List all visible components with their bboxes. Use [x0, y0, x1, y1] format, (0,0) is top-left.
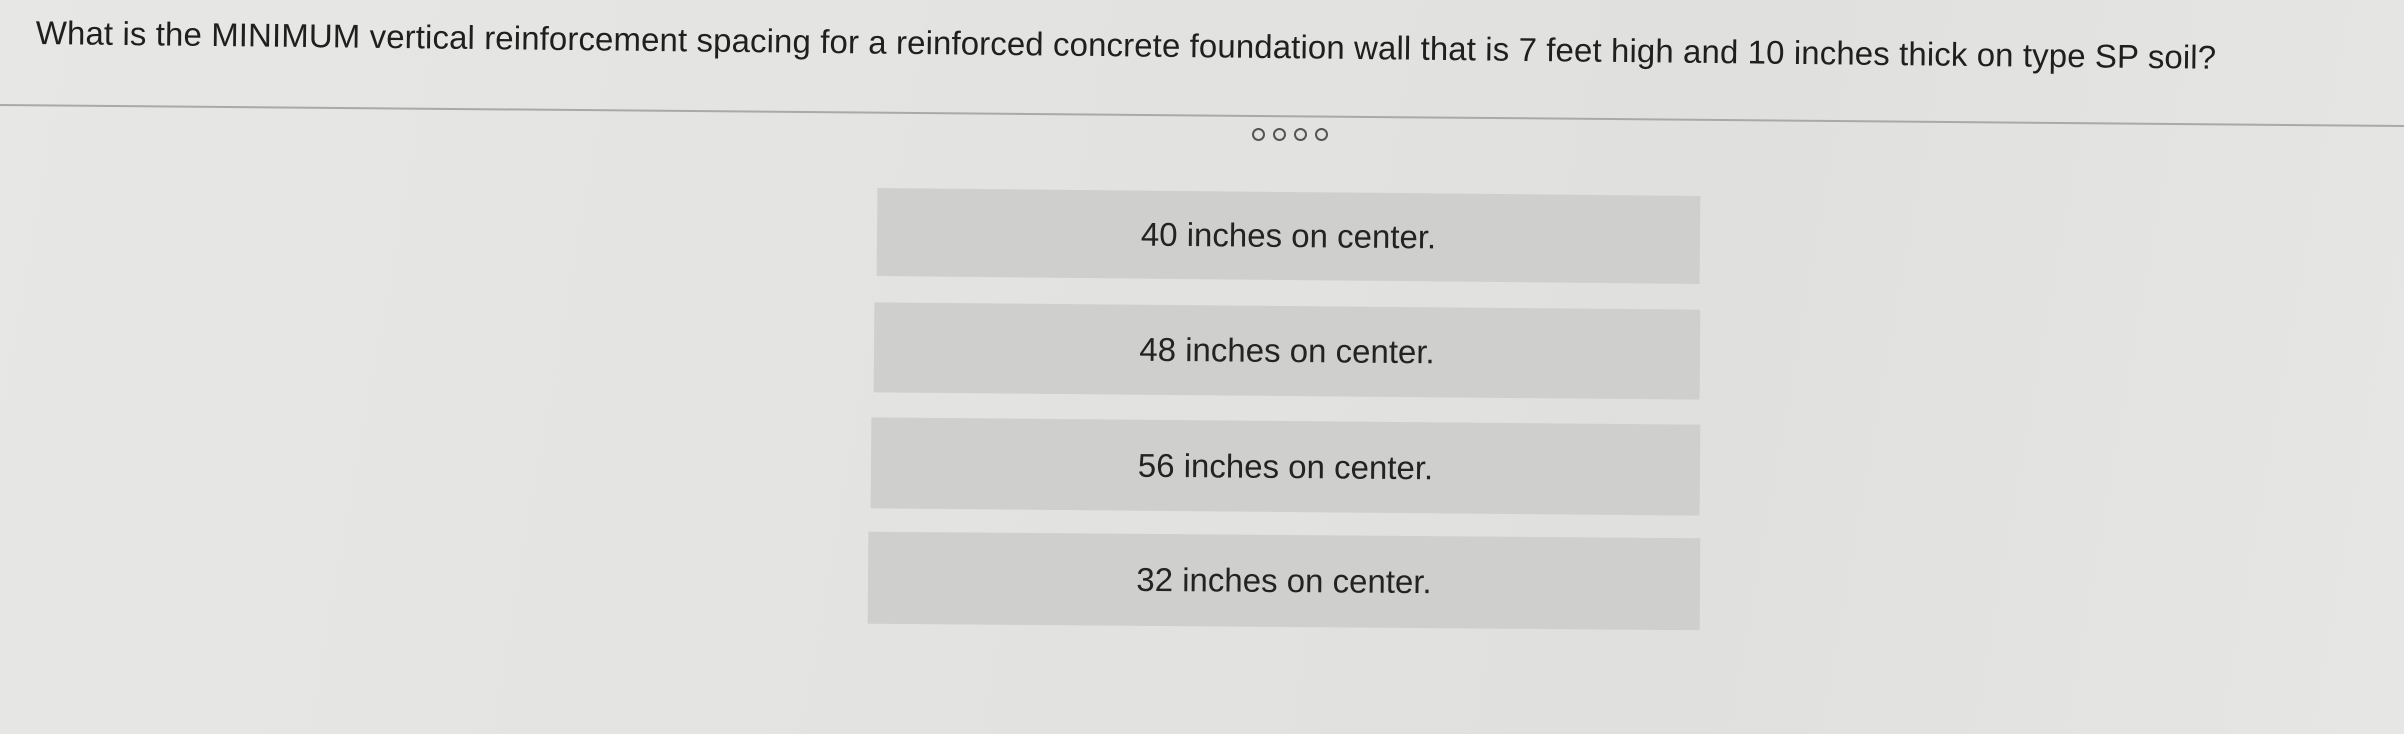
progress-dot-icon — [1273, 128, 1286, 141]
divider — [0, 104, 2404, 127]
progress-dot-icon — [1294, 128, 1307, 141]
answer-option-3[interactable]: 56 inches on center. — [870, 417, 1701, 516]
progress-dot-icon — [1315, 128, 1328, 141]
progress-dot-icon — [1252, 128, 1265, 141]
answer-option-label: 48 inches on center. — [1139, 330, 1435, 371]
answer-option-4[interactable]: 32 inches on center. — [867, 531, 1701, 631]
answer-option-1[interactable]: 40 inches on center. — [876, 188, 1701, 284]
answer-option-label: 40 inches on center. — [1140, 215, 1437, 256]
answer-option-2[interactable]: 48 inches on center. — [873, 302, 1701, 400]
answer-option-label: 32 inches on center. — [1136, 560, 1432, 601]
answer-option-label: 56 inches on center. — [1137, 446, 1434, 486]
progress-indicator — [1252, 122, 1328, 141]
question-text: What is the MINIMUM vertical reinforceme… — [35, 14, 2217, 76]
